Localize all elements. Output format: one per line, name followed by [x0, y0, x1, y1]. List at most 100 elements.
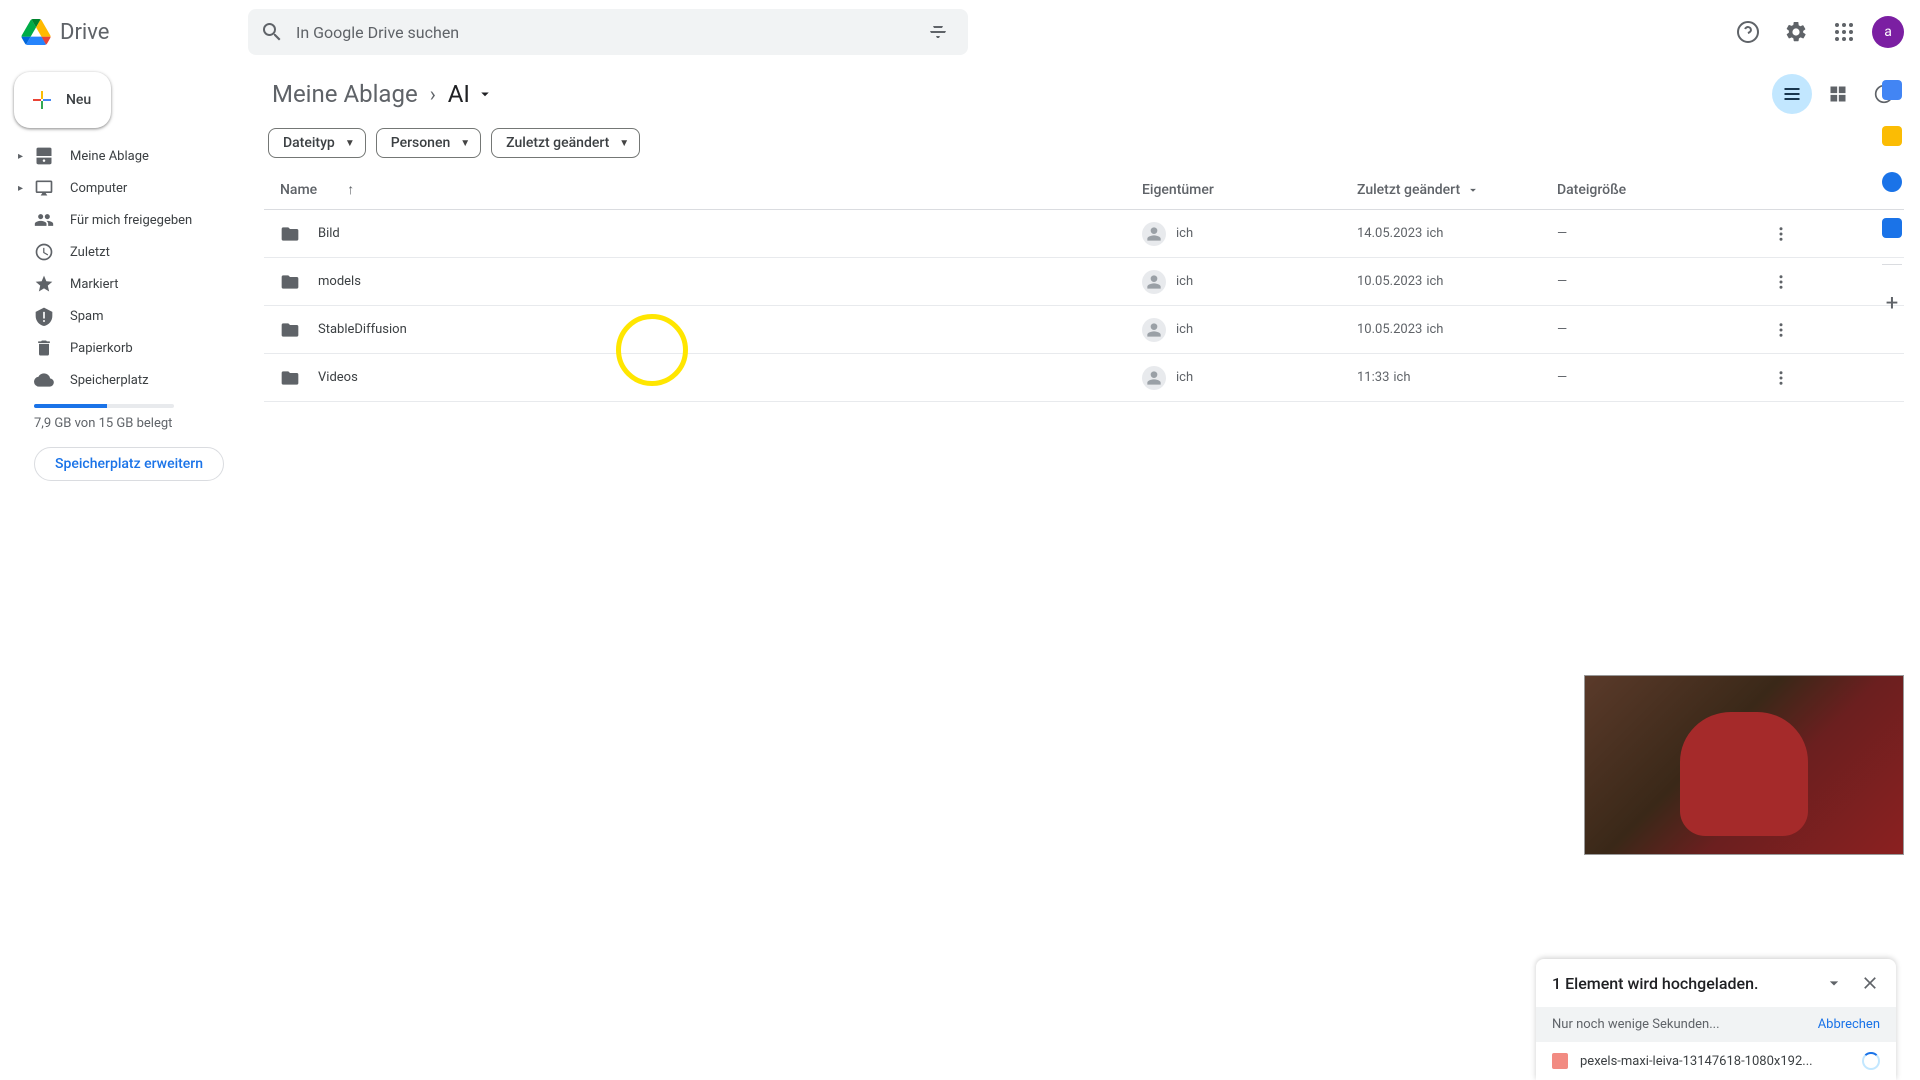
chevron-right-icon: ›: [430, 82, 436, 106]
modified-by: ich: [1426, 322, 1443, 337]
chip-label: Personen: [391, 135, 451, 151]
divider: [1882, 264, 1902, 265]
file-name: Bild: [318, 226, 340, 241]
column-headers: Name ↑ Eigentümer Zuletzt geändert Datei…: [264, 170, 1904, 210]
storage-text: 7,9 GB von 15 GB belegt: [34, 416, 228, 431]
chip-label: Dateityp: [283, 135, 335, 151]
drive-logo-icon: [16, 12, 56, 52]
col-name-label: Name: [280, 182, 317, 198]
search-input[interactable]: [296, 23, 920, 42]
storage-section: 7,9 GB von 15 GB belegt Speicherplatz er…: [10, 396, 240, 481]
header-actions: a: [1728, 12, 1904, 52]
nav-my-drive[interactable]: Meine Ablage: [10, 140, 240, 172]
add-addon-icon[interactable]: +: [1886, 291, 1898, 316]
more-icon[interactable]: [1764, 313, 1798, 347]
chevron-down-icon: ▼: [345, 138, 355, 149]
col-size[interactable]: Dateigröße: [1557, 182, 1757, 198]
chevron-down-icon: ▼: [460, 138, 470, 149]
account-avatar[interactable]: a: [1872, 16, 1904, 48]
filter-type[interactable]: Dateityp ▼: [268, 128, 366, 158]
modified-by: ich: [1426, 226, 1443, 241]
owner-avatar-icon: [1142, 270, 1166, 294]
filter-people[interactable]: Personen ▼: [376, 128, 481, 158]
side-panel: +: [1864, 64, 1920, 316]
list-view-button[interactable]: [1772, 74, 1812, 114]
spam-icon: [34, 306, 54, 326]
upload-toast: 1 Element wird hochgeladen. Nur noch wen…: [1536, 959, 1896, 1080]
toast-cancel-link[interactable]: Abbrechen: [1818, 1017, 1880, 1032]
breadcrumb: Meine Ablage › AI: [264, 64, 1904, 124]
more-icon[interactable]: [1764, 217, 1798, 251]
storage-bar: [34, 404, 174, 408]
table-row[interactable]: StableDiffusion ich 10.05.2023ich —: [264, 306, 1904, 354]
nav-trash[interactable]: Papierkorb: [10, 332, 240, 364]
calendar-icon[interactable]: [1882, 80, 1902, 100]
toast-title: 1 Element wird hochgeladen.: [1552, 974, 1758, 993]
new-button-label: Neu: [66, 92, 91, 108]
nav-label: Zuletzt: [70, 245, 110, 260]
more-icon[interactable]: [1764, 361, 1798, 395]
apps-icon[interactable]: [1824, 12, 1864, 52]
grid-view-button[interactable]: [1818, 74, 1858, 114]
app-name: Drive: [60, 20, 109, 45]
chip-label: Zuletzt geändert: [506, 135, 609, 151]
upload-filename: pexels-maxi-leiva-13147618-1080x192...: [1580, 1054, 1850, 1069]
upload-spinner-icon: [1862, 1052, 1880, 1070]
toast-header: 1 Element wird hochgeladen.: [1536, 959, 1896, 1007]
owner-name: ich: [1176, 226, 1193, 241]
contacts-icon[interactable]: [1882, 218, 1902, 238]
modified-by: ich: [1393, 370, 1410, 385]
modified-by: ich: [1426, 274, 1443, 289]
table-row[interactable]: Videos ich 11:33ich —: [264, 354, 1904, 402]
toast-close-icon[interactable]: [1860, 973, 1880, 993]
nav-spam[interactable]: Spam: [10, 300, 240, 332]
computer-icon: [34, 178, 54, 198]
support-icon[interactable]: [1728, 12, 1768, 52]
nav-label: Für mich freigegeben: [70, 213, 192, 228]
cloud-icon: [34, 370, 54, 390]
image-file-icon: [1552, 1053, 1568, 1069]
nav-storage[interactable]: Speicherplatz: [10, 364, 240, 396]
nav-starred[interactable]: Markiert: [10, 268, 240, 300]
storage-upgrade-button[interactable]: Speicherplatz erweitern: [34, 447, 224, 481]
chevron-down-icon: [476, 85, 494, 103]
table-row[interactable]: models ich 10.05.2023ich —: [264, 258, 1904, 306]
settings-icon[interactable]: [1776, 12, 1816, 52]
toast-subheader: Nur noch wenige Sekunden... Abbrechen: [1536, 1007, 1896, 1042]
table-row[interactable]: Bild ich 14.05.2023ich —: [264, 210, 1904, 258]
trash-icon: [34, 338, 54, 358]
toast-collapse-icon[interactable]: [1824, 973, 1844, 993]
header: Drive a: [0, 0, 1920, 64]
folder-icon: [280, 272, 300, 292]
file-name: models: [318, 274, 361, 289]
nav-recent[interactable]: Zuletzt: [10, 236, 240, 268]
file-name: Videos: [318, 370, 358, 385]
search-bar[interactable]: [248, 9, 968, 55]
new-button[interactable]: Neu: [14, 72, 111, 128]
modified-date: 10.05.2023: [1357, 274, 1422, 289]
main: Meine Ablage › AI Dateityp ▼ Personen ▼ Zu…: [256, 64, 1920, 1080]
keep-icon[interactable]: [1882, 126, 1902, 146]
tasks-icon[interactable]: [1882, 172, 1902, 192]
nav-shared[interactable]: Für mich freigegeben: [10, 204, 240, 236]
owner-avatar-icon: [1142, 366, 1166, 390]
filter-modified[interactable]: Zuletzt geändert▼: [491, 128, 640, 158]
breadcrumb-current[interactable]: AI: [440, 76, 502, 112]
more-icon[interactable]: [1764, 265, 1798, 299]
owner-name: ich: [1176, 322, 1193, 337]
modified-date: 14.05.2023: [1357, 226, 1422, 241]
col-modified-label: Zuletzt geändert: [1357, 182, 1460, 198]
nav-label: Papierkorb: [70, 341, 133, 356]
owner-name: ich: [1176, 274, 1193, 289]
col-name[interactable]: Name ↑: [272, 181, 1142, 198]
nav-label: Spam: [70, 309, 104, 324]
search-options-icon[interactable]: [920, 14, 956, 50]
logo-area[interactable]: Drive: [16, 12, 248, 52]
nav-computers[interactable]: Computer: [10, 172, 240, 204]
col-modified[interactable]: Zuletzt geändert: [1357, 182, 1557, 198]
col-owner[interactable]: Eigentümer: [1142, 182, 1357, 198]
breadcrumb-root[interactable]: Meine Ablage: [264, 76, 426, 112]
owner-avatar-icon: [1142, 222, 1166, 246]
sidebar: Neu Meine Ablage Computer Für mich freig…: [0, 64, 256, 1080]
upload-item[interactable]: pexels-maxi-leiva-13147618-1080x192...: [1536, 1042, 1896, 1080]
